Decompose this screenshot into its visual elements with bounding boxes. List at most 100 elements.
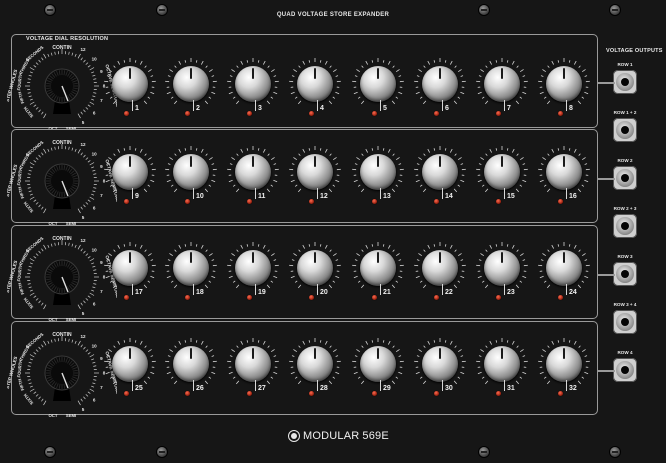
knob-cap[interactable] xyxy=(546,346,582,382)
step-voltage-knob[interactable] xyxy=(165,58,217,105)
output-jack-1[interactable] xyxy=(613,70,637,94)
step-number: 14 xyxy=(442,188,453,200)
step-led xyxy=(124,111,129,116)
step-voltage-knob[interactable] xyxy=(289,58,341,105)
knob-cap[interactable] xyxy=(546,250,582,286)
resolution-label-top: CONTIN xyxy=(52,45,72,51)
step-voltage-knob[interactable] xyxy=(414,58,466,105)
resolution-label-top: CONTIN xyxy=(52,332,72,338)
knob-cap[interactable] xyxy=(235,66,271,102)
step-voltage-knob[interactable] xyxy=(289,338,341,385)
step-voltage-knob[interactable] xyxy=(227,338,279,385)
knob-cap[interactable] xyxy=(484,66,520,102)
resolution-dial-4[interactable]: CONTIN SECONDS THIRDS FOURTH FIFTH SIXTH 12 10 9… xyxy=(7,323,117,423)
knob-cap[interactable] xyxy=(422,66,458,102)
step-voltage-knob[interactable] xyxy=(227,146,279,193)
knob-cap[interactable] xyxy=(360,154,396,190)
resolution-dial-2[interactable]: CONTIN SECONDS THIRDS FOURTH FIFTH SIXTH 12 10 9… xyxy=(7,131,117,231)
step-voltage-knob[interactable] xyxy=(352,338,404,385)
step-voltage-knob[interactable] xyxy=(352,58,404,105)
output-jack-2[interactable] xyxy=(613,118,637,142)
knob-cap[interactable] xyxy=(112,66,148,102)
output-label-7: ROW 4 xyxy=(617,350,633,355)
knob-cap[interactable] xyxy=(173,250,209,286)
resolution-dial-3[interactable]: CONTIN SECONDS THIRDS FOURTH FIFTH SIXTH 12 10 9… xyxy=(7,227,117,327)
step-voltage-knob[interactable] xyxy=(414,242,466,289)
knob-cap[interactable] xyxy=(235,346,271,382)
step-voltage-knob[interactable] xyxy=(476,58,528,105)
knob-cap[interactable] xyxy=(422,250,458,286)
resolution-label-bottom: SEMI xyxy=(66,413,77,418)
output-jack-6[interactable] xyxy=(613,310,637,334)
knob-cap[interactable] xyxy=(112,346,148,382)
step-number: 7 xyxy=(504,100,511,112)
step-voltage-knob[interactable] xyxy=(289,242,341,289)
step-number: 31 xyxy=(504,380,515,392)
knob-cap[interactable] xyxy=(546,66,582,102)
knob-cap[interactable] xyxy=(173,66,209,102)
step-voltage-knob[interactable] xyxy=(227,58,279,105)
step-voltage-knob[interactable] xyxy=(476,146,528,193)
step-led xyxy=(372,111,377,116)
knob-cap[interactable] xyxy=(297,250,333,286)
knob-cap[interactable] xyxy=(360,250,396,286)
knob-cap[interactable] xyxy=(546,154,582,190)
step-voltage-knob[interactable] xyxy=(414,338,466,385)
knob-cap[interactable] xyxy=(235,250,271,286)
step-voltage-knob[interactable] xyxy=(227,242,279,289)
step-number: 3 xyxy=(255,100,262,112)
output-jack-7[interactable] xyxy=(613,358,637,382)
knob-cap[interactable] xyxy=(112,154,148,190)
step-voltage-knob[interactable] xyxy=(414,146,466,193)
step-voltage-knob[interactable] xyxy=(165,146,217,193)
step-number: 22 xyxy=(442,284,453,296)
knob-cap[interactable] xyxy=(484,250,520,286)
resolution-number-right: 5 xyxy=(82,215,85,220)
step-voltage-knob[interactable] xyxy=(538,242,590,289)
step-voltage-knob[interactable] xyxy=(352,146,404,193)
knob-cap[interactable] xyxy=(422,346,458,382)
step-led xyxy=(247,111,252,116)
knob-cap[interactable] xyxy=(484,154,520,190)
output-jack-5[interactable] xyxy=(613,262,637,286)
resolution-label-left: THIRDS xyxy=(19,58,31,75)
knob-cap[interactable] xyxy=(360,66,396,102)
step-voltage-knob[interactable] xyxy=(538,58,590,105)
step-voltage-knob[interactable] xyxy=(352,242,404,289)
knob-cap[interactable] xyxy=(173,154,209,190)
step-led xyxy=(434,199,439,204)
step-voltage-knob[interactable] xyxy=(165,338,217,385)
knob-cap[interactable] xyxy=(235,154,271,190)
resolution-number-right: 12 xyxy=(80,334,86,339)
step-number: 26 xyxy=(193,380,204,392)
step-voltage-knob[interactable] xyxy=(538,338,590,385)
output-jack-3[interactable] xyxy=(613,166,637,190)
step-number: 8 xyxy=(566,100,573,112)
step-voltage-knob[interactable] xyxy=(165,242,217,289)
knob-cap[interactable] xyxy=(297,346,333,382)
output-jack-4[interactable] xyxy=(613,214,637,238)
knob-cap[interactable] xyxy=(422,154,458,190)
screw-bottom-right xyxy=(610,447,620,457)
step-voltage-knob[interactable] xyxy=(538,146,590,193)
step-voltage-knob[interactable] xyxy=(476,338,528,385)
step-voltage-knob[interactable] xyxy=(104,242,156,289)
step-voltage-knob[interactable] xyxy=(104,146,156,193)
step-led xyxy=(496,111,501,116)
knob-cap[interactable] xyxy=(112,250,148,286)
knob-cap[interactable] xyxy=(360,346,396,382)
knob-cap[interactable] xyxy=(297,154,333,190)
resolution-dial-1[interactable]: CONTIN SECONDS THIRDS FOURTH FIFTH SIXTH 12 10 9… xyxy=(7,36,117,136)
step-voltage-knob[interactable] xyxy=(104,58,156,105)
step-voltage-knob[interactable] xyxy=(289,146,341,193)
knob-cap[interactable] xyxy=(173,346,209,382)
step-led xyxy=(496,295,501,300)
step-voltage-knob[interactable] xyxy=(476,242,528,289)
step-led xyxy=(309,111,314,116)
step-number: 10 xyxy=(193,188,204,200)
knob-cap[interactable] xyxy=(484,346,520,382)
knob-cap[interactable] xyxy=(297,66,333,102)
step-number: 11 xyxy=(254,188,266,200)
step-voltage-knob[interactable] xyxy=(104,338,156,385)
resolution-label-left: FIFTH xyxy=(17,378,25,391)
